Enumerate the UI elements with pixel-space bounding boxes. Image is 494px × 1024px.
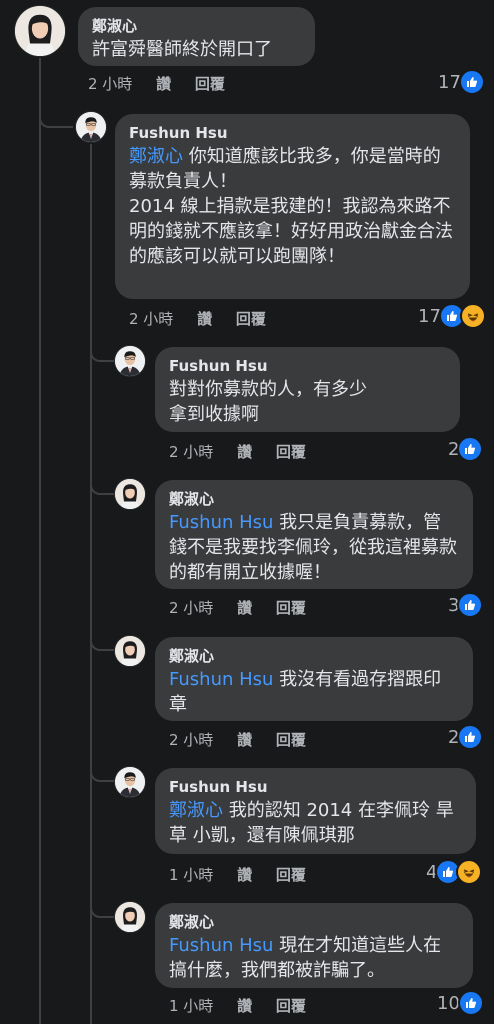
reply-button[interactable]: 回覆 <box>276 441 306 462</box>
reaction-summary[interactable]: 3 <box>448 592 484 618</box>
avatar[interactable] <box>76 112 106 142</box>
comment-timestamp[interactable]: 2 小時 <box>88 73 132 94</box>
reaction-summary[interactable]: 17 <box>438 69 485 95</box>
like-icon <box>457 436 484 462</box>
comment-bubble[interactable]: Fushun Hsu 對對你募款的人，有多少拿到收據啊 <box>155 347 460 432</box>
like-button[interactable]: 讚 <box>237 729 252 750</box>
thread-connector <box>90 336 114 362</box>
avatar[interactable] <box>15 6 65 56</box>
comment-text: 鄭淑心 你知道應該比我多，你是當時的募款負責人！ 2014 線上捐款是我建的！我… <box>129 146 453 267</box>
reaction-summary[interactable]: 4 <box>426 859 483 885</box>
reaction-summary[interactable]: 2 <box>448 436 484 462</box>
thread-line-main <box>39 58 41 1024</box>
comment-text: Fushun Hsu 我沒有看過存摺跟印章 <box>169 669 442 715</box>
comment-text: 鄭淑心 我的認知 2014 在李佩玲 旱草 小凱，還有陳佩琪那 <box>169 800 454 846</box>
mention-link[interactable]: 鄭淑心 <box>169 800 223 821</box>
comment-actions: 2 小時 讚 回覆 <box>169 597 325 618</box>
like-button[interactable]: 讚 <box>237 597 252 618</box>
thread-connector <box>90 757 114 782</box>
comment-bubble[interactable]: 鄭淑心 Fushun Hsu 我沒有看過存摺跟印章 <box>155 637 473 721</box>
reply-button[interactable]: 回覆 <box>276 864 306 885</box>
comment-actions: 2 小時 讚 回覆 <box>169 729 325 750</box>
comment-timestamp[interactable]: 1 小時 <box>169 995 213 1016</box>
comment-author[interactable]: Fushun Hsu <box>129 123 456 143</box>
like-button[interactable]: 讚 <box>237 441 252 462</box>
comment-text: Fushun Hsu 現在才知道這些人在搞什麼，我們都被詐騙了。 <box>169 935 442 981</box>
comment-text: Fushun Hsu 我只是負責募款，管錢不是我要找李佩玲，從我這裡募款的都有開… <box>169 512 457 583</box>
like-icon <box>457 592 484 618</box>
avatar[interactable] <box>115 636 145 666</box>
like-button[interactable]: 讚 <box>237 864 252 885</box>
avatar[interactable] <box>115 346 145 376</box>
reply-button[interactable]: 回覆 <box>276 597 306 618</box>
comment-bubble[interactable]: 鄭淑心 Fushun Hsu 我只是負責募款，管錢不是我要找李佩玲，從我這裡募款… <box>155 480 473 589</box>
comment-timestamp[interactable]: 1 小時 <box>169 864 213 885</box>
comment-actions: 1 小時 讚 回覆 <box>169 864 325 885</box>
reaction-count: 10 <box>437 992 460 1014</box>
like-icon <box>457 990 484 1016</box>
comment-author[interactable]: 鄭淑心 <box>169 912 459 932</box>
comment-timestamp[interactable]: 2 小時 <box>169 441 213 462</box>
thread-connector <box>90 470 114 495</box>
comment-author[interactable]: 鄭淑心 <box>169 489 459 509</box>
comment-bubble[interactable]: 鄭淑心 許富舜醫師終於開口了 <box>78 7 315 66</box>
avatar[interactable] <box>115 902 145 932</box>
haha-icon <box>459 303 486 329</box>
comment-actions: 2 小時 讚 回覆 <box>169 441 325 462</box>
reply-button[interactable]: 回覆 <box>195 73 225 94</box>
avatar[interactable] <box>115 479 145 509</box>
reply-button[interactable]: 回覆 <box>276 729 306 750</box>
reply-button[interactable]: 回覆 <box>276 995 306 1016</box>
comment-author[interactable]: 鄭淑心 <box>169 646 459 666</box>
comment-text: 許富舜醫師終於開口了 <box>92 39 272 60</box>
mention-link[interactable]: 鄭淑心 <box>129 146 183 167</box>
comment-timestamp[interactable]: 2 小時 <box>169 597 213 618</box>
comment-actions: 2 小時 讚 回覆 <box>88 73 244 94</box>
reply-button[interactable]: 回覆 <box>236 308 266 329</box>
reaction-summary[interactable]: 10 <box>437 990 484 1016</box>
comment-timestamp[interactable]: 2 小時 <box>129 308 173 329</box>
thread-connector <box>90 624 114 651</box>
comment-bubble[interactable]: Fushun Hsu 鄭淑心 我的認知 2014 在李佩玲 旱草 小凱，還有陳佩… <box>155 768 476 854</box>
mention-link[interactable]: Fushun Hsu <box>169 669 273 690</box>
reaction-summary[interactable]: 17 <box>418 303 486 329</box>
comment-author[interactable]: Fushun Hsu <box>169 777 462 797</box>
thread-connector <box>39 98 73 128</box>
reaction-summary[interactable]: 2 <box>448 724 484 750</box>
comment-timestamp[interactable]: 2 小時 <box>169 729 213 750</box>
avatar[interactable] <box>115 767 145 797</box>
like-button[interactable]: 讚 <box>237 995 252 1016</box>
comment-actions: 1 小時 讚 回覆 <box>169 995 325 1016</box>
mention-link[interactable]: Fushun Hsu <box>169 512 273 533</box>
like-button[interactable]: 讚 <box>197 308 212 329</box>
comment-bubble[interactable]: 鄭淑心 Fushun Hsu 現在才知道這些人在搞什麼，我們都被詐騙了。 <box>155 903 473 988</box>
comment-author[interactable]: 鄭淑心 <box>92 16 301 36</box>
comment-actions: 2 小時 讚 回覆 <box>129 308 285 329</box>
thread-connector <box>90 892 114 918</box>
haha-icon <box>456 859 483 885</box>
like-icon <box>458 69 485 95</box>
like-button[interactable]: 讚 <box>156 73 171 94</box>
reaction-count: 17 <box>438 71 461 93</box>
comment-bubble[interactable]: Fushun Hsu 鄭淑心 你知道應該比我多，你是當時的募款負責人！ 2014… <box>115 114 470 299</box>
like-icon <box>457 724 484 750</box>
comment-text: 對對你募款的人，有多少拿到收據啊 <box>169 379 367 425</box>
reaction-count: 17 <box>418 305 441 327</box>
comment-author[interactable]: Fushun Hsu <box>169 356 446 376</box>
mention-link[interactable]: Fushun Hsu <box>169 935 273 956</box>
